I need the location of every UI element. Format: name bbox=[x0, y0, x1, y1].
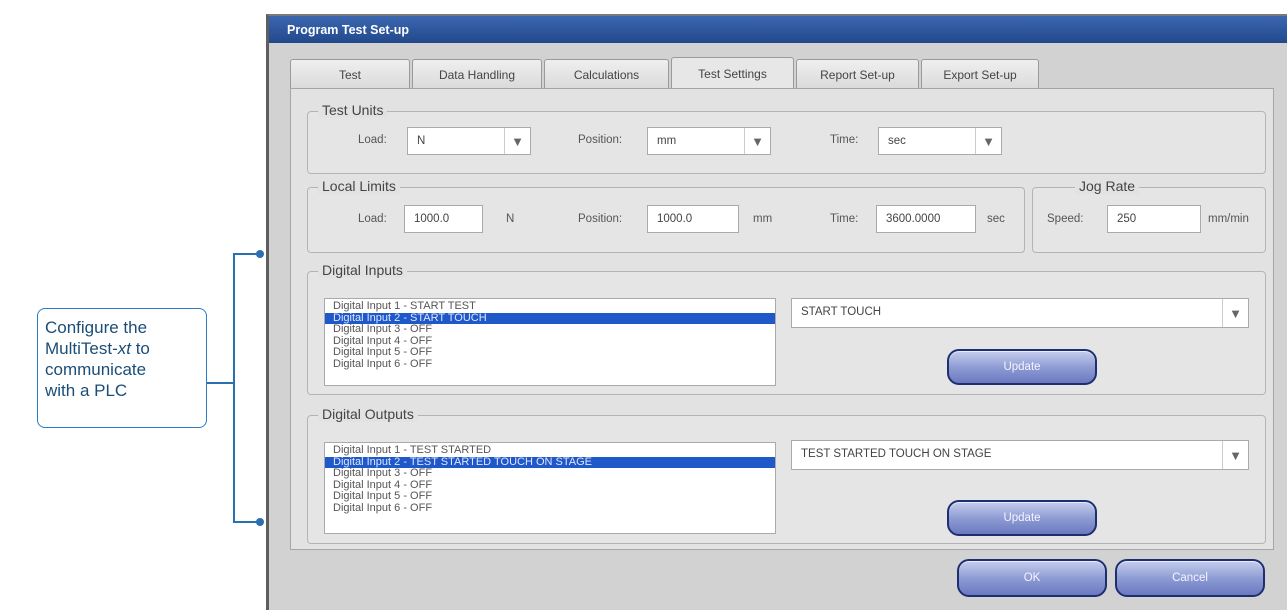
limits-position-input[interactable]: 1000.0 bbox=[647, 205, 739, 233]
test-settings-panel: Test Units Load: N ▼ Position: mm ▼ Time… bbox=[290, 88, 1274, 550]
limits-load-input[interactable]: 1000.0 bbox=[404, 205, 483, 233]
limits-time-label: Time: bbox=[830, 213, 859, 225]
digital-inputs-legend: Digital Inputs bbox=[318, 262, 407, 278]
test-units-legend: Test Units bbox=[318, 102, 388, 118]
digital-inputs-list[interactable]: Digital Input 1 - START TEST Digital Inp… bbox=[324, 298, 776, 386]
callout-line-4: with a PLC bbox=[45, 381, 128, 400]
window-title: Program Test Set-up bbox=[269, 16, 1287, 43]
callout-line-2-prefix: MultiTest- bbox=[45, 339, 118, 358]
limits-position-unit: mm bbox=[753, 213, 773, 225]
units-time-select[interactable]: sec ▼ bbox=[878, 127, 1002, 155]
tab-report-setup[interactable]: Report Set-up bbox=[796, 59, 919, 89]
units-load-select[interactable]: N ▼ bbox=[407, 127, 531, 155]
program-test-setup-window: Program Test Set-up Test Data Handling C… bbox=[266, 14, 1287, 610]
digital-outputs-update-button[interactable]: Update bbox=[947, 500, 1097, 536]
test-units-group: Test Units Load: N ▼ Position: mm ▼ Time… bbox=[307, 102, 1266, 174]
list-item[interactable]: Digital Input 3 - OFF bbox=[325, 323, 775, 336]
callout-line-1: Configure the bbox=[45, 318, 148, 337]
callout-line-2: MultiTest-xt to bbox=[45, 338, 206, 359]
list-item[interactable]: Digital Input 1 - TEST STARTED bbox=[325, 444, 775, 457]
digital-outputs-legend: Digital Outputs bbox=[318, 406, 418, 422]
units-time-label: Time: bbox=[830, 134, 859, 146]
callout-line-3: communicate bbox=[45, 360, 147, 379]
callout-box: Configure the MultiTest-xt to communicat… bbox=[37, 308, 207, 428]
units-position-value: mm bbox=[657, 135, 677, 147]
limits-position-label: Position: bbox=[578, 213, 623, 225]
chevron-down-icon[interactable]: ▼ bbox=[1222, 299, 1248, 327]
jog-speed-unit: mm/min bbox=[1208, 213, 1249, 225]
list-item[interactable]: Digital Input 1 - START TEST bbox=[325, 300, 775, 313]
list-item[interactable]: Digital Input 5 - OFF bbox=[325, 346, 775, 359]
tab-calculations[interactable]: Calculations bbox=[544, 59, 669, 89]
chevron-down-icon[interactable]: ▼ bbox=[1222, 441, 1248, 469]
jog-rate-group: Jog Rate Speed: 250 mm/min bbox=[1032, 178, 1266, 253]
callout-connector bbox=[207, 382, 234, 384]
tab-bar: Test Data Handling Calculations Test Set… bbox=[290, 57, 1041, 89]
units-load-value: N bbox=[417, 135, 426, 147]
jog-speed-input[interactable]: 250 bbox=[1107, 205, 1201, 233]
bracket-dot-bottom bbox=[256, 518, 264, 526]
limits-time-unit: sec bbox=[987, 213, 1005, 225]
local-limits-group: Local Limits Load: 1000.0 N Position: 10… bbox=[307, 178, 1025, 253]
bracket-line bbox=[233, 253, 235, 523]
callout-line-2-italic: xt bbox=[117, 339, 131, 358]
jog-speed-label: Speed: bbox=[1047, 213, 1084, 225]
list-item[interactable]: Digital Input 5 - OFF bbox=[325, 490, 775, 503]
ok-button[interactable]: OK bbox=[957, 559, 1107, 597]
tab-test-settings[interactable]: Test Settings bbox=[671, 57, 794, 89]
list-item[interactable]: Digital Input 6 - OFF bbox=[325, 358, 775, 371]
tab-data-handling[interactable]: Data Handling bbox=[412, 59, 542, 89]
units-position-select[interactable]: mm ▼ bbox=[647, 127, 771, 155]
digital-input-function-value: START TOUCH bbox=[801, 306, 882, 318]
digital-output-function-select[interactable]: TEST STARTED TOUCH ON STAGE ▼ bbox=[791, 440, 1249, 470]
digital-outputs-list[interactable]: Digital Input 1 - TEST STARTED Digital I… bbox=[324, 442, 776, 534]
limits-load-label: Load: bbox=[358, 213, 387, 225]
digital-output-function-value: TEST STARTED TOUCH ON STAGE bbox=[801, 448, 992, 460]
digital-inputs-update-button[interactable]: Update bbox=[947, 349, 1097, 385]
tab-export-setup[interactable]: Export Set-up bbox=[921, 59, 1039, 89]
units-load-label: Load: bbox=[358, 134, 387, 146]
limits-load-unit: N bbox=[506, 213, 515, 225]
digital-input-function-select[interactable]: START TOUCH ▼ bbox=[791, 298, 1249, 328]
list-item[interactable]: Digital Input 6 - OFF bbox=[325, 502, 775, 515]
units-position-label: Position: bbox=[578, 134, 623, 146]
units-time-value: sec bbox=[888, 135, 906, 147]
digital-outputs-group: Digital Outputs Digital Input 1 - TEST S… bbox=[307, 406, 1266, 544]
chevron-down-icon[interactable]: ▼ bbox=[744, 128, 770, 154]
callout-line-2-suffix: to bbox=[130, 339, 150, 358]
chevron-down-icon[interactable]: ▼ bbox=[504, 128, 530, 154]
tab-test[interactable]: Test bbox=[290, 59, 410, 89]
bracket-dot-top bbox=[256, 250, 264, 258]
jog-rate-legend: Jog Rate bbox=[1075, 178, 1140, 194]
digital-inputs-group: Digital Inputs Digital Input 1 - START T… bbox=[307, 262, 1266, 395]
cancel-button[interactable]: Cancel bbox=[1115, 559, 1265, 597]
list-item[interactable]: Digital Input 3 - OFF bbox=[325, 467, 775, 480]
limits-time-input[interactable]: 3600.0000 bbox=[876, 205, 976, 233]
local-limits-legend: Local Limits bbox=[318, 178, 400, 194]
chevron-down-icon[interactable]: ▼ bbox=[975, 128, 1001, 154]
